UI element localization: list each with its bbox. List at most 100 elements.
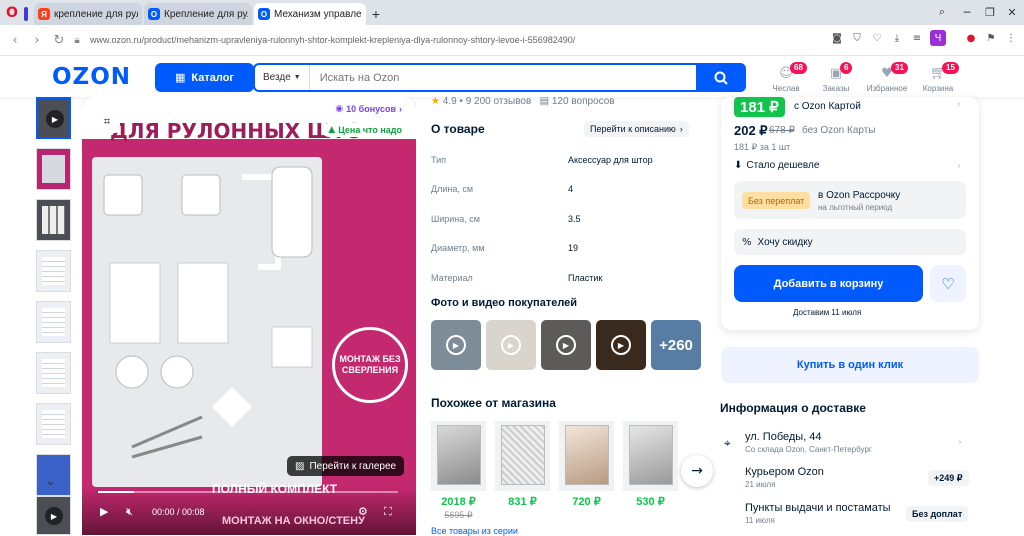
new-tab-button[interactable]: + [366, 3, 386, 25]
menu-icon[interactable]: ⋮ [1004, 31, 1018, 45]
heart-outline-icon[interactable]: ♡ [870, 31, 884, 45]
buy-one-click-button[interactable]: Купить в один клик [721, 347, 979, 383]
browser-tab-3-active[interactable]: O Механизм управления р [254, 3, 366, 25]
customer-photo[interactable]: ▶ [431, 320, 481, 370]
catalog-button[interactable]: ▦ Каталог [155, 63, 254, 92]
chevron-right-icon: › [399, 104, 402, 114]
similar-card-price: 2018 ₽ [441, 496, 476, 508]
customer-photo-more[interactable]: +260 [651, 320, 701, 370]
bonus-badge[interactable]: ◉ 10 бонусов › [329, 102, 408, 116]
thumbnail-video[interactable]: ▶ [36, 97, 71, 139]
catalog-label: Каталог [191, 71, 235, 84]
chevron-right-icon[interactable]: › [957, 161, 961, 172]
favorite-heart-icon[interactable]: ♡ [930, 265, 966, 302]
customer-photo[interactable]: ▶ [596, 320, 646, 370]
ozon-logo[interactable]: OZON [52, 64, 131, 90]
url-field[interactable]: www.ozon.ru/product/mehanizm-upravleniya… [90, 35, 740, 45]
arrow-right-icon[interactable]: → [681, 455, 713, 487]
profile-avatar[interactable]: Ч [930, 30, 946, 46]
fullscreen-icon[interactable]: ⛶ [384, 505, 392, 519]
shield-icon[interactable]: ⛉ [850, 31, 864, 45]
thumbnail[interactable] [36, 403, 71, 445]
thumbnail[interactable] [36, 199, 71, 241]
search-input[interactable] [309, 71, 696, 84]
header-favorites-label: Избранное [866, 84, 908, 93]
grid-icon: ▦ [174, 71, 186, 84]
play-icon[interactable]: ▶ [100, 505, 108, 518]
more-photos-count: +260 [651, 320, 701, 370]
thumbnail[interactable] [36, 352, 71, 394]
search-tabs-icon[interactable]: ⌕ [932, 4, 952, 20]
lock-icon[interactable]: 🔒︎ [70, 35, 84, 46]
header-orders[interactable]: ▣ 6 Заказы [812, 61, 860, 93]
chevron-right-icon[interactable]: › [958, 437, 962, 448]
extensions-icon[interactable]: ⚑ [984, 31, 998, 45]
download-icon[interactable]: ⤓ [890, 31, 904, 45]
similar-card[interactable]: 2018 ₽ 5695 ₽ [431, 421, 486, 521]
thumbnail[interactable] [36, 250, 71, 292]
customer-photo[interactable]: ▶ [486, 320, 536, 370]
tab-label: Механизм управления р [274, 8, 362, 20]
search-icon [714, 71, 728, 85]
forward-icon[interactable]: › [26, 33, 48, 48]
price-ok-badge[interactable]: ▲ Цена что надо [322, 123, 408, 137]
play-icon: ▶ [611, 335, 631, 355]
header-cart[interactable]: 🛒︎ 15 Корзина [914, 61, 962, 93]
search-scope-dropdown[interactable]: Везде ▼ [255, 65, 310, 90]
reload-icon[interactable]: ↻ [48, 33, 70, 48]
image-bottom-text-2: МОНТАЖ НА ОКНО/СТЕНУ [222, 515, 365, 527]
similar-card[interactable]: 720 ₽ [559, 421, 614, 521]
courier-price: +249 ₽ [928, 470, 969, 486]
header-favorites[interactable]: ♥ 31 Избранное [863, 61, 911, 93]
similar-card-image [559, 421, 614, 491]
profile-badge: 68 [790, 62, 807, 74]
bookmarks-icon[interactable]: ≡ [910, 31, 924, 45]
similar-card-image [431, 421, 486, 491]
open-gallery-button[interactable]: ▨ Перейти к галерее [287, 456, 405, 476]
ozon-card-price: 181 ₽ [734, 97, 785, 117]
tab-label: Крепление для рулонных [164, 8, 248, 20]
installment-block[interactable]: Без переплат в Ozon Рассрочку на льготны… [734, 181, 966, 219]
attribute-key: Материал [431, 272, 473, 283]
play-icon: ▶ [45, 507, 63, 525]
camera-icon[interactable]: ◙ [830, 31, 844, 45]
browser-tab-2[interactable]: O Крепление для рулонных [144, 3, 252, 25]
customer-photos: ▶ ▶ ▶ ▶ +260 [431, 320, 701, 370]
minimize-icon[interactable]: ─ [957, 4, 977, 20]
mute-icon[interactable]: 🔇︎ [126, 505, 133, 519]
delivery-address[interactable]: ул. Победы, 44 Со склада Ozon, Санкт-Пет… [745, 431, 872, 454]
rating-line[interactable]: ★ 4.9 • 9 200 отзывов ▤ 120 вопросов [431, 96, 615, 107]
orders-badge: 6 [840, 62, 853, 74]
scan-icon[interactable]: ⌗ [94, 111, 120, 133]
search-button[interactable] [696, 63, 746, 92]
maximize-icon[interactable]: ❐ [980, 4, 1000, 20]
add-to-cart-button[interactable]: Добавить в корзину [734, 265, 923, 302]
header-profile[interactable]: ☺ 68 Чеслав [762, 61, 810, 93]
description-link[interactable]: Перейти к описанию › [584, 121, 689, 137]
coin-icon: ◉ [335, 104, 344, 114]
star-icon: ★ [431, 96, 440, 107]
price-dropped[interactable]: ⬇ Стало дешевле [734, 160, 819, 171]
thumbnail[interactable] [36, 148, 71, 190]
opera-vpn-icon[interactable]: ● [964, 31, 978, 45]
chevron-right-icon[interactable]: › [957, 99, 961, 110]
video-progress[interactable] [98, 491, 398, 493]
delivery-info-title: Информация о доставке [720, 401, 866, 415]
thumbnail[interactable] [36, 301, 71, 343]
pickup-option[interactable]: Пункты выдачи и постаматы 11 июля [745, 502, 891, 525]
browser-tab-1[interactable]: Я крепление для рулонных [34, 3, 142, 25]
similar-card-price: 720 ₽ [572, 496, 601, 508]
similar-card[interactable]: 831 ₽ [495, 421, 550, 521]
video-progress-fill [98, 491, 134, 493]
chevron-down-icon[interactable]: ⌄ [45, 474, 56, 489]
thumbnail-video-2[interactable]: ▶ [36, 496, 71, 535]
close-window-icon[interactable]: ✕ [1002, 4, 1022, 20]
similar-card[interactable]: 530 ₽ [623, 421, 678, 521]
want-discount-button[interactable]: % Хочу скидку [734, 229, 966, 255]
courier-option[interactable]: Курьером Ozon 21 июля [745, 466, 824, 489]
courier-label: Курьером Ozon [745, 466, 824, 478]
opera-logo-icon[interactable]: O [0, 0, 24, 25]
product-main-image[interactable]: ДЛЯ РУЛОННЫХ ШТО ⌗ ◉ 10 бонусов › ▲ Цена… [82, 97, 416, 535]
customer-photo[interactable]: ▶ [541, 320, 591, 370]
back-icon[interactable]: ‹ [4, 33, 26, 48]
